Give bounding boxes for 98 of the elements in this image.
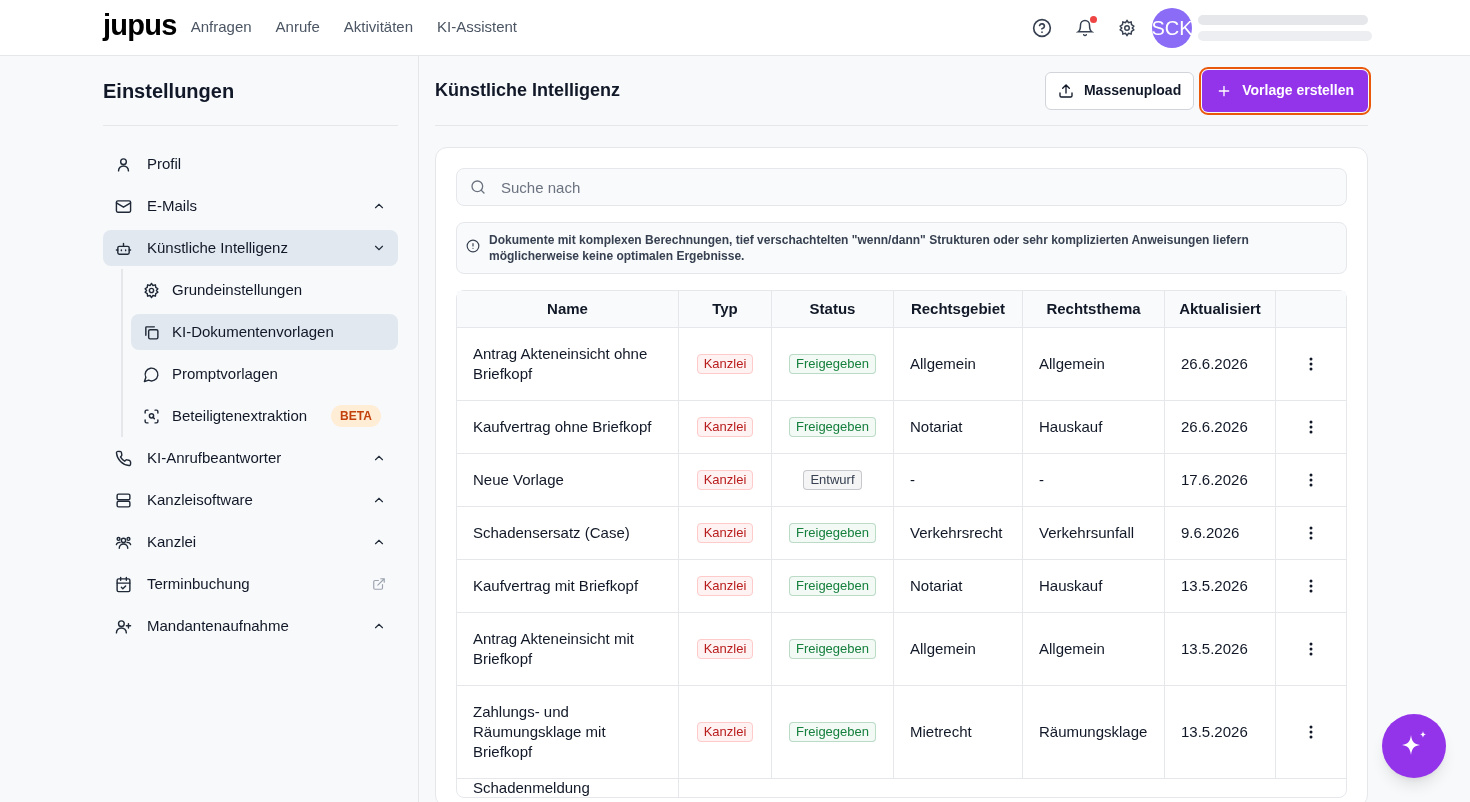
bell-icon[interactable] — [1076, 18, 1094, 37]
status-badge: Freigegeben — [789, 722, 876, 742]
status-badge: Freigegeben — [789, 417, 876, 437]
type-badge: Kanzlei — [696, 470, 754, 490]
table-cell: Notariat — [910, 418, 963, 435]
table-cell: 13.5.2026 — [1181, 640, 1248, 657]
user-icon — [115, 155, 132, 173]
search-field[interactable]: Suche nach — [456, 168, 1347, 206]
column-header: Typ — [679, 291, 772, 328]
sidebar-item[interactable]: Profil — [103, 146, 398, 182]
sidebar-item[interactable]: Kanzlei — [103, 524, 398, 560]
phone-icon — [115, 449, 132, 467]
logo[interactable]: jupus — [103, 11, 177, 40]
type-badge: Kanzlei — [696, 639, 754, 659]
template-name: Schadenmeldung — [473, 779, 590, 796]
table-cell: Allgemein — [910, 355, 976, 372]
sidebar-subitem[interactable]: Beteiligtenextraktion BETA — [131, 398, 398, 434]
search-icon — [470, 179, 486, 195]
table-cell: Notariat — [910, 577, 963, 594]
sidebar-item[interactable]: Mandantenaufnahme — [103, 608, 398, 644]
gear-icon — [143, 281, 160, 299]
table-cell: 17.6.2026 — [1181, 471, 1248, 488]
calendar-icon — [115, 575, 132, 593]
mail-icon — [115, 197, 132, 215]
sidebar-item[interactable]: KI-Anrufbeantworter — [103, 440, 398, 476]
template-name: Schadensersatz (Case) — [473, 524, 630, 541]
template-name: Kaufvertrag ohne Briefkopf — [473, 418, 652, 435]
table-cell: Allgemein — [1039, 640, 1105, 657]
type-badge: Kanzlei — [696, 417, 754, 437]
type-badge: Kanzlei — [696, 576, 754, 596]
type-badge: Kanzlei — [696, 722, 754, 742]
table-cell: Allgemein — [1039, 355, 1105, 372]
create-template-button[interactable]: Vorlage erstellen — [1202, 69, 1368, 112]
table-cell: Verkehrsrecht — [910, 524, 1003, 541]
type-badge: Kanzlei — [696, 354, 754, 374]
nav-link[interactable]: Anfragen — [190, 16, 252, 39]
page-title: Künstliche Intelligenz — [435, 79, 622, 102]
column-header: Aktualisiert — [1165, 291, 1276, 328]
type-badge: Kanzlei — [696, 523, 754, 543]
more-icon[interactable] — [1309, 642, 1313, 656]
sidebar-item[interactable]: Kanzleisoftware — [103, 482, 398, 518]
column-header: Status — [772, 291, 894, 328]
avatar[interactable]: SCK — [1152, 7, 1192, 48]
notice-text: Dokumente mit komplexen Berechnungen, tief verschachtelten "wenn/dann" Strukturen oder sehr komplizierten Anweisungen liefern möglicherweise keine optimalen Ergebnisse. — [489, 232, 1250, 264]
table-cell: 9.6.2026 — [1181, 524, 1240, 541]
copy-icon — [143, 323, 160, 341]
help-icon[interactable] — [1032, 17, 1052, 38]
table-cell: 26.6.2026 — [1181, 418, 1248, 435]
table-cell: Räumungsklage — [1039, 723, 1148, 740]
table-cell: Allgemein — [910, 640, 976, 657]
status-badge: Freigegeben — [789, 639, 876, 659]
column-header: Rechtsthema — [1023, 291, 1165, 328]
server-icon — [115, 491, 132, 509]
sidebar-item[interactable]: E-Mails — [103, 188, 398, 224]
sidebar-subitem[interactable]: KI-Dokumentenvorlagen — [131, 314, 398, 350]
settings-icon[interactable] — [1118, 18, 1136, 37]
more-icon[interactable] — [1309, 473, 1313, 487]
more-icon[interactable] — [1309, 725, 1313, 739]
template-name: Antrag Akteneinsicht ohne Briefkopf — [473, 345, 648, 382]
template-name: Antrag Akteneinsicht mit Briefkopf — [473, 630, 634, 667]
sidebar-subitem[interactable]: Promptvorlagen — [131, 356, 398, 392]
more-icon[interactable] — [1309, 579, 1313, 593]
user-plus-icon — [115, 617, 132, 635]
beta-badge: BETA — [331, 405, 381, 427]
nav-link[interactable]: Anrufe — [275, 16, 320, 39]
ai-assistant-button[interactable] — [1382, 714, 1446, 778]
scan-icon — [143, 407, 160, 425]
template-name: Kaufvertrag mit Briefkopf — [473, 577, 639, 594]
chat-bubble-icon — [143, 365, 160, 383]
sidebar-item[interactable]: Künstliche Intelligenz — [103, 230, 398, 266]
sidebar-title: Einstellungen — [103, 56, 398, 126]
table-cell: 26.6.2026 — [1181, 355, 1248, 372]
upload-icon — [1057, 82, 1074, 99]
table-cell: 13.5.2026 — [1181, 577, 1248, 594]
table-cell: Hauskauf — [1039, 577, 1103, 594]
status-badge: Freigegeben — [789, 523, 876, 543]
nav-link[interactable]: KI-Assistent — [437, 16, 518, 39]
column-header: Name — [457, 291, 679, 328]
upload-button[interactable]: Massenupload — [1044, 71, 1195, 110]
table-cell: Mietrecht — [910, 723, 972, 740]
table-cell: Verkehrsunfall — [1039, 524, 1135, 541]
table-cell: Hauskauf — [1039, 418, 1103, 435]
template-name: Zahlungs- und Räumungsklage mit Briefkopf — [473, 703, 606, 760]
nav-link[interactable]: Aktivitäten — [343, 16, 413, 39]
more-icon[interactable] — [1309, 420, 1313, 434]
info-icon — [466, 239, 480, 253]
table-cell: - — [1039, 471, 1044, 488]
column-header: Rechtsgebiet — [894, 291, 1023, 328]
more-icon[interactable] — [1309, 526, 1313, 540]
table-cell: 13.5.2026 — [1181, 723, 1248, 740]
more-icon[interactable] — [1309, 357, 1313, 371]
sidebar-item[interactable]: Terminbuchung — [103, 566, 398, 602]
template-name: Neue Vorlage — [473, 471, 564, 488]
sidebar-subitem[interactable]: Grundeinstellungen — [131, 272, 398, 308]
table-cell: - — [910, 471, 915, 488]
status-badge: Freigegeben — [789, 576, 876, 596]
status-badge: Entwurf — [803, 470, 862, 490]
status-badge: Freigegeben — [789, 354, 876, 374]
